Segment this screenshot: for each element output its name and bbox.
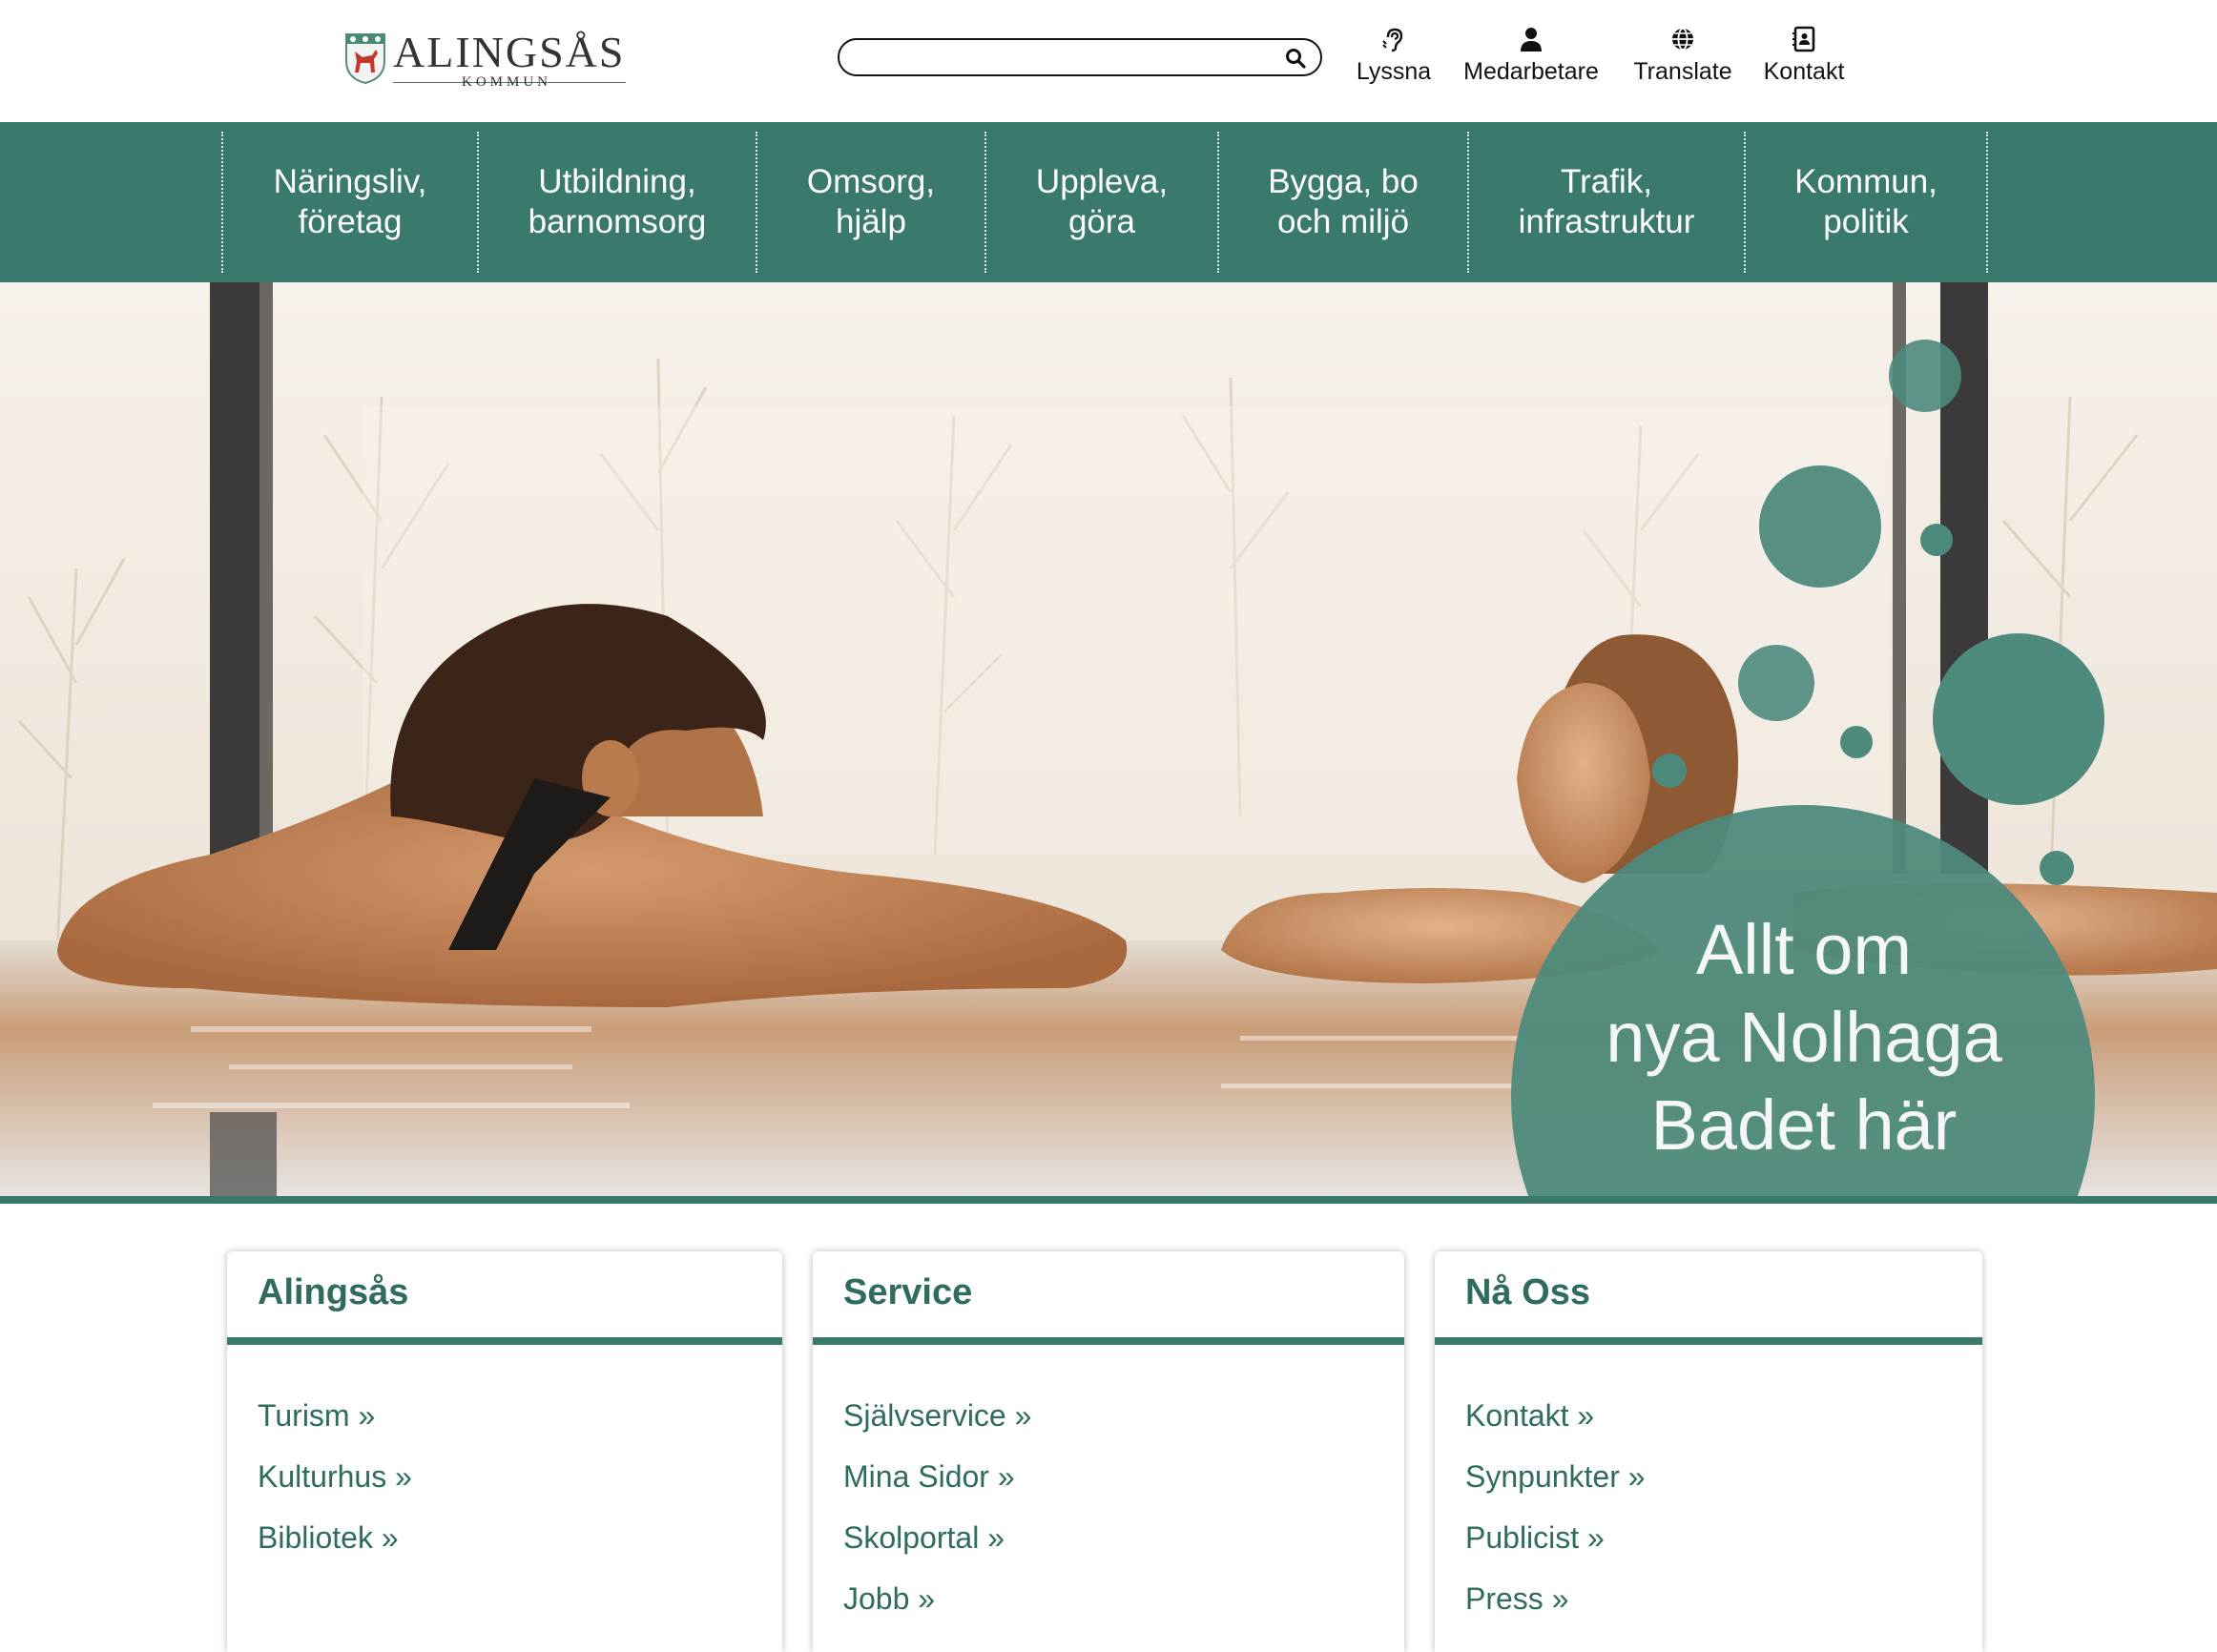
card-link-list: Turism » Kulturhus » Bibliotek » bbox=[258, 1385, 412, 1568]
link-jobb[interactable]: Jobb » bbox=[843, 1568, 1031, 1629]
card-link-list: Självservice » Mina Sidor » Skolportal »… bbox=[843, 1385, 1031, 1629]
nav-item-label: Näringsliv, företag bbox=[274, 162, 427, 242]
listen-link[interactable]: Lyssna bbox=[1351, 25, 1437, 92]
nav-item-label: Bygga, bo och miljö bbox=[1268, 162, 1419, 242]
globe-icon bbox=[1672, 28, 1693, 51]
link-mina-sidor[interactable]: Mina Sidor » bbox=[843, 1446, 1031, 1507]
nav-line: Omsorg, bbox=[806, 163, 936, 200]
card-na-oss: Nå Oss Kontakt » Synpunkter » Publicist … bbox=[1435, 1251, 1982, 1652]
logo-subtitle: KOMMUN bbox=[462, 74, 552, 90]
nav-line: hjälp bbox=[836, 203, 906, 240]
nav-item-label: Utbildning, barnomsorg bbox=[528, 162, 707, 242]
nav-item-utbildning[interactable]: Utbildning, barnomsorg bbox=[477, 132, 756, 273]
translate-label: Translate bbox=[1633, 58, 1732, 85]
nav-item-naringsliv[interactable]: Näringsliv, företag bbox=[221, 132, 477, 273]
link-synpunkter[interactable]: Synpunkter » bbox=[1465, 1446, 1646, 1507]
nav-line: Trafik, bbox=[1561, 163, 1652, 200]
link-publicist[interactable]: Publicist » bbox=[1465, 1507, 1646, 1568]
nav-item-trafik[interactable]: Trafik, infrastruktur bbox=[1467, 132, 1744, 273]
link-sjalvservice[interactable]: Självservice » bbox=[843, 1385, 1031, 1446]
site-logo[interactable]: ALINGSÅS KOMMUN bbox=[343, 28, 630, 90]
hero-banner[interactable]: Allt om nya Nolhaga Badet här bbox=[0, 282, 2217, 1196]
link-skolportal[interactable]: Skolportal » bbox=[843, 1507, 1031, 1568]
contact-label: Kontakt bbox=[1763, 58, 1845, 85]
nav-line: och miljö bbox=[1276, 203, 1410, 240]
nav-item-kommun[interactable]: Kommun, politik bbox=[1744, 132, 1986, 273]
ear-icon bbox=[1382, 28, 1403, 52]
nav-line: politik bbox=[1823, 203, 1909, 240]
nav-item-label: Kommun, politik bbox=[1794, 162, 1937, 242]
card-title: Service bbox=[843, 1272, 973, 1312]
card-alingsas: Alingsås Turism » Kulturhus » Bibliotek … bbox=[227, 1251, 782, 1652]
link-press[interactable]: Press » bbox=[1465, 1568, 1646, 1629]
card-link-list: Kontakt » Synpunkter » Publicist » Press… bbox=[1465, 1385, 1646, 1629]
logo-wordmark: ALINGSÅS bbox=[393, 28, 626, 76]
link-turism[interactable]: Turism » bbox=[258, 1385, 412, 1446]
card-service: Service Självservice » Mina Sidor » Skol… bbox=[813, 1251, 1404, 1652]
nav-item-label: Uppleva, göra bbox=[1036, 162, 1168, 242]
hero-line: nya Nolhaga bbox=[1606, 998, 2002, 1077]
card-title: Nå Oss bbox=[1465, 1272, 1590, 1312]
nav-line: göra bbox=[1067, 203, 1136, 240]
nav-line: infrastruktur bbox=[1518, 203, 1695, 240]
person-icon bbox=[1521, 28, 1542, 52]
card-title: Alingsås bbox=[258, 1272, 409, 1312]
search-icon[interactable] bbox=[1284, 47, 1307, 70]
nav-line: Uppleva, bbox=[1035, 163, 1169, 200]
nav-item-bygga[interactable]: Bygga, bo och miljö bbox=[1217, 132, 1467, 273]
contact-link[interactable]: Kontakt bbox=[1757, 25, 1851, 92]
hero-bottom-bar bbox=[0, 1196, 2217, 1204]
nav-divider bbox=[1986, 132, 1988, 273]
coat-of-arms-icon bbox=[345, 33, 385, 84]
nav-item-omsorg[interactable]: Omsorg, hjälp bbox=[756, 132, 984, 273]
nav-item-uppleva[interactable]: Uppleva, göra bbox=[984, 132, 1217, 273]
search-input[interactable] bbox=[859, 46, 1263, 71]
card-divider bbox=[1435, 1337, 1982, 1345]
nav-line: Utbildning, bbox=[538, 163, 696, 200]
card-divider bbox=[227, 1337, 782, 1345]
hero-headline[interactable]: Allt om nya Nolhaga Badet här bbox=[1532, 906, 2076, 1169]
link-kulturhus[interactable]: Kulturhus » bbox=[258, 1446, 412, 1507]
main-navigation: Näringsliv, företag Utbildning, barnomsorg… bbox=[0, 122, 2217, 282]
site-header: ALINGSÅS KOMMUN Lyssna Medarbetare Trans… bbox=[0, 0, 2217, 122]
listen-label: Lyssna bbox=[1356, 58, 1432, 85]
search-field[interactable] bbox=[838, 38, 1322, 76]
nav-line: företag bbox=[298, 203, 403, 240]
link-kontakt[interactable]: Kontakt » bbox=[1465, 1385, 1646, 1446]
nav-line: Bygga, bo bbox=[1268, 163, 1419, 200]
employee-link[interactable]: Medarbetare bbox=[1460, 25, 1603, 92]
translate-link[interactable]: Translate bbox=[1629, 25, 1736, 92]
link-bibliotek[interactable]: Bibliotek » bbox=[258, 1507, 412, 1568]
card-divider bbox=[813, 1337, 1404, 1345]
employee-label: Medarbetare bbox=[1463, 58, 1599, 85]
contact-card-icon bbox=[1792, 26, 1815, 52]
nav-item-label: Omsorg, hjälp bbox=[807, 162, 935, 242]
hero-line: Badet här bbox=[1650, 1085, 1958, 1165]
hero-line: Allt om bbox=[1695, 910, 1913, 989]
nav-item-label: Trafik, infrastruktur bbox=[1519, 162, 1695, 242]
nav-line: Kommun, bbox=[1794, 163, 1937, 200]
nav-line: barnomsorg bbox=[528, 203, 707, 240]
nav-line: Näringsliv, bbox=[273, 163, 427, 200]
